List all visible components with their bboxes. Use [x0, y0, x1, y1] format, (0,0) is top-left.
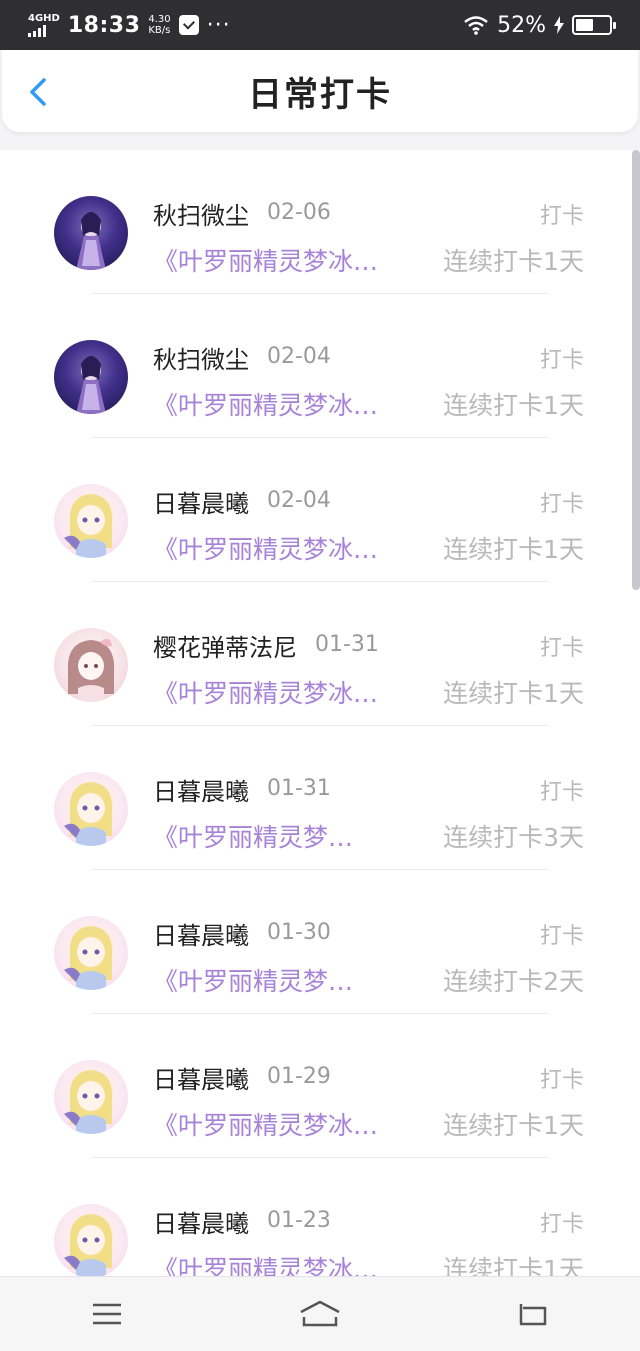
checkin-date: 02-04	[267, 488, 331, 513]
network-speed: 4.30 KB/s	[148, 14, 170, 36]
streak-text: 连续打卡1天	[443, 391, 584, 420]
back-button[interactable]	[22, 72, 58, 112]
checkin-row[interactable]: 日暮晨曦 01-30 打卡《叶罗丽精灵梦… 连续打卡2天	[0, 870, 640, 1014]
checkin-date: 01-31	[267, 776, 331, 801]
checkin-date: 01-29	[267, 1064, 331, 1089]
battery-percent: 52%	[497, 12, 546, 38]
chevron-left-icon	[30, 78, 46, 106]
book-title-link[interactable]: 《叶罗丽精灵梦…	[153, 818, 353, 854]
user-name[interactable]: 秋扫微尘	[153, 196, 249, 231]
checkin-list[interactable]: 秋扫微尘 02-06 打卡 《叶罗丽精灵梦冰… 连续打卡1天 秋扫微尘 02-04 打卡 《叶罗…	[0, 150, 640, 1276]
network-label: 4GHD	[28, 12, 60, 24]
avatar[interactable]	[54, 196, 128, 270]
user-name[interactable]: 日暮晨曦	[153, 916, 249, 951]
system-nav-bar	[0, 1276, 640, 1351]
avatar[interactable]	[54, 484, 128, 558]
book-title-link[interactable]: 《叶罗丽精灵梦冰…	[153, 1106, 378, 1142]
user-name[interactable]: 秋扫微尘	[153, 340, 249, 375]
back-nav-button[interactable]	[503, 1289, 563, 1339]
clock: 18:33	[67, 12, 141, 38]
checkin-tag: 打卡	[539, 1212, 584, 1237]
checkin-tag: 打卡	[539, 348, 584, 373]
checkin-row[interactable]: 日暮晨曦 01-29 打卡《叶罗丽精灵梦冰… 连续打卡1天	[0, 1014, 640, 1158]
avatar[interactable]	[54, 1060, 128, 1134]
speed-value: 4.30	[148, 14, 171, 25]
streak-text: 连续打卡1天	[443, 247, 584, 276]
checkin-tag: 打卡	[539, 492, 584, 517]
streak-text: 连续打卡1天	[443, 1111, 584, 1140]
avatar[interactable]	[54, 916, 128, 990]
checkin-tag: 打卡	[539, 1068, 584, 1093]
book-title-link[interactable]: 《叶罗丽精灵梦冰…	[153, 530, 378, 566]
user-name[interactable]: 日暮晨曦	[153, 484, 249, 519]
signal-icon: 4GHD	[28, 12, 60, 37]
status-bar: 4GHD 18:33 4.30 KB/s ··· 52%	[0, 0, 640, 50]
page-title: 日常打卡	[248, 74, 392, 115]
user-name[interactable]: 日暮晨曦	[153, 1204, 249, 1239]
streak-text: 连续打卡3天	[443, 823, 584, 852]
user-name[interactable]: 日暮晨曦	[153, 772, 249, 807]
streak-text: 连续打卡1天	[443, 1255, 584, 1276]
checkin-date: 01-23	[267, 1208, 331, 1233]
checkin-date: 02-04	[267, 344, 331, 369]
checkin-row[interactable]: 樱花弹蒂法尼 01-31 打卡《叶罗丽精灵梦冰… 连续打卡1天	[0, 582, 640, 726]
avatar[interactable]	[54, 772, 128, 846]
book-title-link[interactable]: 《叶罗丽精灵梦冰…	[153, 386, 378, 422]
checkin-date: 01-31	[315, 632, 379, 657]
checkin-date: 01-30	[267, 920, 331, 945]
checkin-tag: 打卡	[539, 924, 584, 949]
avatar[interactable]	[54, 1204, 128, 1276]
checkin-tag: 打卡	[539, 204, 584, 229]
streak-text: 连续打卡2天	[443, 967, 584, 996]
home-icon	[300, 1300, 340, 1327]
avatar[interactable]	[54, 628, 128, 702]
checkin-date: 02-06	[267, 200, 331, 225]
checkin-row[interactable]: 日暮晨曦 01-23 打卡《叶罗丽精灵梦冰… 连续打卡1天	[0, 1158, 640, 1276]
book-title-link[interactable]: 《叶罗丽精灵梦冰…	[153, 1250, 378, 1276]
menu-icon	[92, 1303, 121, 1325]
checkin-row[interactable]: 秋扫微尘 02-06 打卡《叶罗丽精灵梦冰… 连续打卡1天	[0, 150, 640, 294]
checkin-tag: 打卡	[539, 636, 584, 661]
notification-icon	[178, 15, 199, 35]
checkin-row[interactable]: 日暮晨曦 02-04 打卡《叶罗丽精灵梦冰… 连续打卡1天	[0, 438, 640, 582]
battery-icon	[572, 15, 616, 35]
wifi-icon	[464, 16, 488, 35]
checkin-row[interactable]: 日暮晨曦 01-31 打卡《叶罗丽精灵梦… 连续打卡3天	[0, 726, 640, 870]
speed-unit: KB/s	[148, 25, 171, 36]
streak-text: 连续打卡1天	[443, 679, 584, 708]
header: 日常打卡	[2, 50, 638, 132]
charging-icon	[554, 16, 564, 34]
more-notifications-icon: ···	[206, 12, 231, 38]
book-title-link[interactable]: 《叶罗丽精灵梦…	[153, 962, 353, 998]
back-icon	[520, 1304, 547, 1326]
home-button[interactable]	[290, 1289, 350, 1339]
menu-button[interactable]	[77, 1289, 137, 1339]
streak-text: 连续打卡1天	[443, 535, 584, 564]
user-name[interactable]: 日暮晨曦	[153, 1060, 249, 1095]
user-name[interactable]: 樱花弹蒂法尼	[153, 628, 297, 663]
checkin-row[interactable]: 秋扫微尘 02-04 打卡《叶罗丽精灵梦冰… 连续打卡1天	[0, 294, 640, 438]
book-title-link[interactable]: 《叶罗丽精灵梦冰…	[153, 674, 378, 710]
checkin-tag: 打卡	[539, 780, 584, 805]
book-title-link[interactable]: 《叶罗丽精灵梦冰…	[153, 242, 378, 278]
avatar[interactable]	[54, 340, 128, 414]
